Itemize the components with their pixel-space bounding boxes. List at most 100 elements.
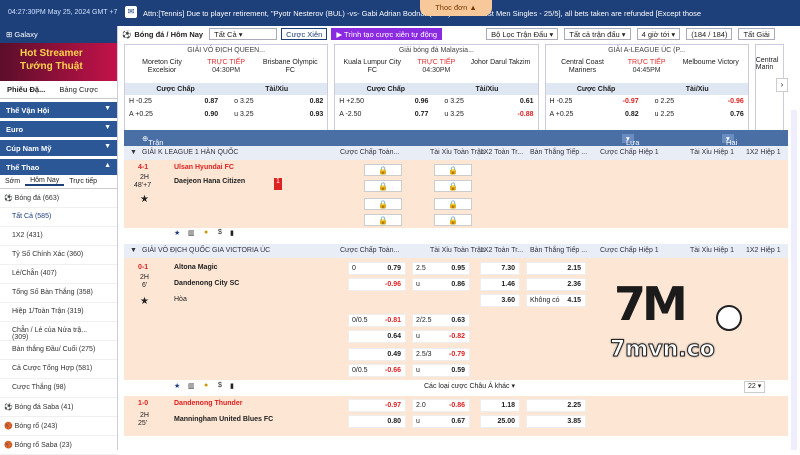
list-item[interactable]: Tổng Số Bàn Thắng (358) (0, 284, 117, 303)
odds-button[interactable]: 2/2.5 0.63 (412, 314, 470, 327)
view-select[interactable]: Hai Dòng ▾ (722, 134, 744, 156)
odds-button[interactable]: 0.64 (348, 330, 406, 343)
coin-icon[interactable]: ● (204, 229, 208, 241)
featured-card[interactable]: Giải bóng đá Malaysia... Kuala Lumpur Ci… (334, 44, 539, 140)
section-euro[interactable]: Euro ▼ (0, 121, 117, 137)
odds-button[interactable]: 0.80 (348, 415, 406, 428)
sport-item-saba-football[interactable]: ⚽ Bóng đá Saba (41) (0, 398, 117, 417)
odds-button[interactable]: 0 0.79 (348, 262, 406, 275)
list-item[interactable]: Chẵn / Lẻ của Nửa trậ... (309) (0, 322, 117, 341)
coin-icon[interactable]: ● (204, 382, 208, 394)
odds-button[interactable]: 2.5 0.95 (412, 262, 470, 275)
sport-item-saba-basketball[interactable]: 🏀 Bóng rổ Saba (23) (0, 436, 117, 455)
odds-button[interactable]: 2.0 -0.86 (412, 399, 470, 412)
section-sports[interactable]: Thể Thao ▲ (0, 159, 117, 175)
collapse-icon[interactable]: ▼ (130, 247, 137, 254)
all-matches-select[interactable]: Tất cả trận đấu ▾ (564, 28, 631, 40)
league-row[interactable]: ▼ GIẢI K LEAGUE 1 HÀN QUỐC Cược Chấp Toà… (124, 146, 788, 160)
star-icon[interactable]: ★ (140, 194, 149, 206)
odds-button[interactable]: -0.97 (594, 98, 639, 105)
odds-button[interactable]: 0.90 (174, 111, 219, 118)
odds-button[interactable]: 0/0.5 -0.66 (348, 364, 406, 377)
list-item[interactable]: Hiệp 1/Toàn Trận (319) (0, 303, 117, 322)
scrollbar[interactable] (791, 110, 797, 450)
list-item[interactable]: Cược Thắng (98) (0, 379, 117, 398)
featured-card-partial[interactable]: Central Marin (754, 44, 784, 140)
odds-button[interactable]: 0/0.5 -0.81 (348, 314, 406, 327)
away-team[interactable]: Daejeon Hana Citizen (174, 178, 245, 190)
odds-button[interactable]: 0.77 (384, 111, 429, 118)
match-filter-select[interactable]: Bộ Lọc Trận Đấu ▾ (486, 28, 559, 40)
promo-banner[interactable]: Hot Streamer Tướng Thuật (0, 43, 117, 81)
odds-button[interactable]: 2.15 (526, 262, 586, 275)
odds-button[interactable]: 2.36 (526, 278, 586, 291)
stats-icon[interactable]: ▥ (188, 229, 195, 241)
odds-button[interactable]: u -0.82 (412, 330, 470, 343)
home-team[interactable]: Dandenong Thunder (174, 400, 242, 412)
odds-button[interactable]: Không có 4.15 (526, 294, 586, 307)
tab-today[interactable]: Hôm Nay (25, 177, 65, 186)
sort-select[interactable]: Lựa chọn bình thường ▾ (622, 134, 651, 174)
tab-live[interactable]: Trực tiếp (64, 178, 102, 185)
section-copa[interactable]: Cúp Nam Mỹ ▼ (0, 140, 117, 156)
parlay-button[interactable]: Cược Xiên (281, 28, 328, 40)
list-item[interactable]: 1X2 (431) (0, 227, 117, 246)
odds-button[interactable]: 3.60 (480, 294, 520, 307)
away-team[interactable]: Manningham United Blues FC (174, 416, 273, 428)
tab-early[interactable]: Sớm (0, 178, 25, 185)
home-team[interactable]: Altona Magic (174, 264, 218, 276)
chart-icon[interactable]: ▮ (230, 382, 234, 394)
odds-button[interactable]: 0.96 (384, 98, 429, 105)
odds-button[interactable]: 0.93 (279, 111, 324, 118)
section-olympics[interactable]: Thể Vận Hội ▼ (0, 102, 117, 118)
dollar-icon[interactable]: $ (218, 382, 222, 394)
odds-button[interactable]: u 0.59 (412, 364, 470, 377)
list-item[interactable]: Tất Cả (585) (0, 208, 117, 227)
away-team[interactable]: Dandenong City SC (174, 280, 239, 292)
odds-button[interactable]: 7.30 (480, 262, 520, 275)
list-item[interactable]: Bàn thắng Đầu/ Cuối (275) (0, 341, 117, 360)
chevron-right-icon[interactable]: › (776, 78, 788, 92)
odds-button[interactable]: u 0.86 (412, 278, 470, 291)
featured-card[interactable]: GIẢI A-LEAGUE ÚC (P... Central Coast Mar… (544, 44, 749, 140)
star-icon[interactable]: ★ (174, 229, 180, 241)
sport-item-football[interactable]: ⚽ Bóng đá (663) (0, 189, 117, 208)
announcement-icon[interactable]: ✉ (125, 6, 137, 18)
odds-button[interactable]: -0.97 (348, 399, 406, 412)
list-item[interactable]: Lẻ/Chẵn (407) (0, 265, 117, 284)
odds-button[interactable]: 0.87 (174, 98, 219, 105)
odds-button[interactable]: -0.96 (348, 278, 406, 291)
market-count-select[interactable]: 22 ▾ (744, 381, 766, 393)
league-row[interactable]: ▼ GIẢI VÔ ĐỊCH QUỐC GIA VICTORIA ÚC Cược… (124, 244, 788, 258)
odds-button[interactable]: 0.82 (594, 111, 639, 118)
odds-button[interactable]: 0.49 (348, 348, 406, 361)
dollar-icon[interactable]: $ (218, 229, 222, 241)
market-select[interactable]: Tất Cả ▾ (209, 28, 278, 40)
star-icon[interactable]: ★ (174, 382, 180, 394)
odds-button[interactable]: 2.25 (526, 399, 586, 412)
tab-mybets[interactable]: Bảng Cược (52, 85, 105, 94)
list-item[interactable]: Tỷ Số Chính Xác (360) (0, 246, 117, 265)
odds-button[interactable]: u 0.67 (412, 415, 470, 428)
odds-button[interactable]: 2.5/3 -0.79 (412, 348, 470, 361)
odds-button[interactable]: 0.82 (279, 98, 324, 105)
odds-button[interactable]: 0.76 (699, 111, 744, 118)
league-select[interactable]: Tất Giải (738, 28, 775, 40)
list-item[interactable]: Cả Cược Tổng Hợp (581) (0, 360, 117, 379)
stats-icon[interactable]: ▥ (188, 382, 195, 394)
featured-card[interactable]: GIẢI VÔ ĐỊCH QUEEN... Moreton City Excel… (124, 44, 329, 140)
menu-toggle-button[interactable]: Thoc đơn ▲ (420, 0, 492, 16)
chart-icon[interactable]: ▮ (230, 229, 234, 241)
odds-button[interactable]: 1.46 (480, 278, 520, 291)
tab-betslip[interactable]: Phiếu Đặ... (0, 85, 52, 94)
odds-button[interactable]: -0.88 (489, 111, 534, 118)
odds-button[interactable]: -0.96 (699, 98, 744, 105)
collapse-icon[interactable]: ▼ (130, 149, 137, 156)
star-icon[interactable]: ★ (140, 296, 149, 308)
odds-button[interactable]: 0.61 (489, 98, 534, 105)
more-markets-link[interactable]: Các loại cược Châu Á khác ▾ (424, 382, 515, 394)
home-team[interactable]: Ulsan Hyundai FC (174, 164, 234, 176)
galaxy-header[interactable]: ⊞ Galaxy (0, 26, 117, 43)
sport-item-basketball[interactable]: 🏀 Bóng rổ (243) (0, 417, 117, 436)
odds-button[interactable]: 1.18 (480, 399, 520, 412)
